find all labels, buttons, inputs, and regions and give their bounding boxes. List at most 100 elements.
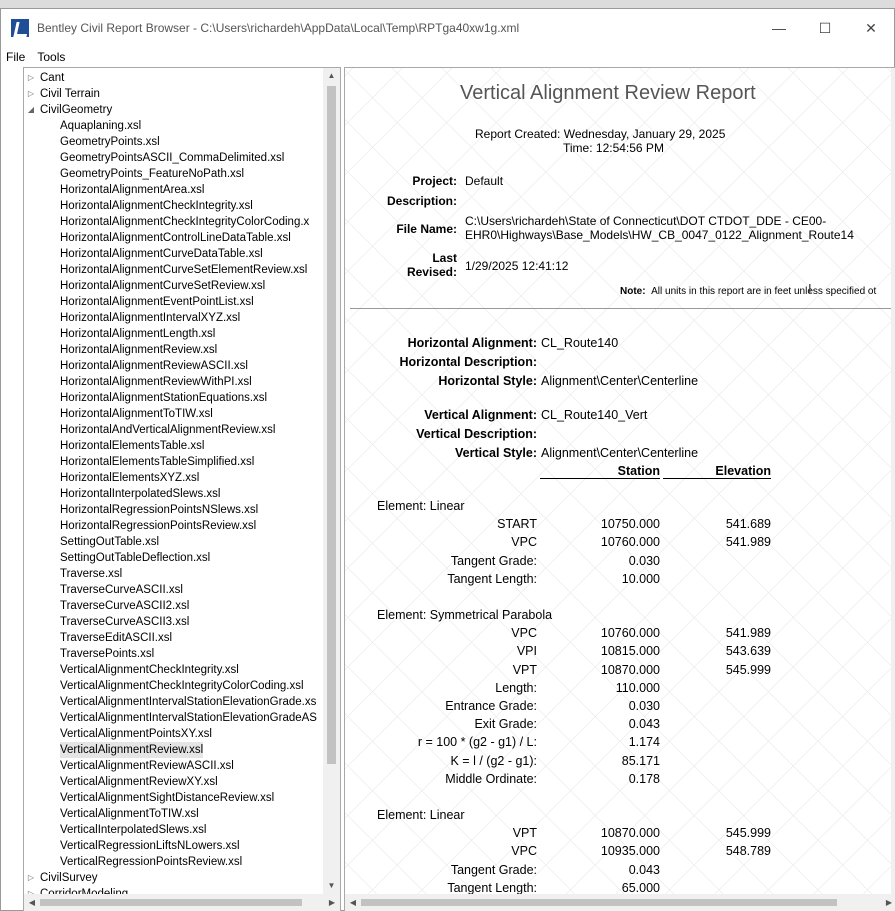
collapsed-arrow-icon[interactable]: ▷ — [26, 70, 36, 86]
tree-report-item[interactable]: HorizontalInterpolatedSlews.xsl — [24, 486, 324, 502]
scroll-left-arrow-icon[interactable]: ◀ — [24, 894, 40, 911]
tree-report-item[interactable]: TraversePoints.xsl — [24, 646, 324, 662]
expanded-arrow-icon[interactable]: ◢ — [26, 102, 36, 118]
tree-report-item[interactable]: VerticalAlignmentReviewASCII.xsl — [24, 758, 324, 774]
tree-category-node[interactable]: ◢ CivilGeometry — [24, 102, 324, 118]
tree-item-label: TraversePoints.xsl — [60, 648, 155, 660]
collapsed-arrow-icon[interactable]: ▷ — [26, 886, 36, 894]
tree-report-item[interactable]: GeometryPoints_FeatureNoPath.xsl — [24, 166, 324, 182]
tree-report-item[interactable]: HorizontalAlignmentReviewASCII.xsl — [24, 358, 324, 374]
tree-report-item[interactable]: VerticalRegressionLiftsNLowers.xsl — [24, 838, 324, 854]
tree-report-item[interactable]: TraverseCurveASCII.xsl — [24, 582, 324, 598]
tree-horizontal-scroll-thumb[interactable] — [40, 899, 302, 906]
element-row-label: VPI — [516, 644, 537, 659]
tree-report-item[interactable]: HorizontalElementsTable.xsl — [24, 438, 324, 454]
report-document: Vertical Alignment Review Report Report … — [345, 68, 893, 895]
tree-report-item[interactable]: VerticalRegressionPointsReview.xsl — [24, 854, 324, 870]
element-row-label: VPC — [511, 535, 537, 550]
tree-report-item[interactable]: HorizontalElementsXYZ.xsl — [24, 470, 324, 486]
tree-report-item[interactable]: HorizontalAlignmentCurveSetReview.xsl — [24, 278, 324, 294]
tree-category-node[interactable]: ▷ Cant — [24, 70, 324, 86]
tree-report-item[interactable]: HorizontalAlignmentStationEquations.xsl — [24, 390, 324, 406]
maximize-button[interactable]: ☐ — [802, 9, 848, 47]
tree-report-item[interactable]: GeometryPoints.xsl — [24, 134, 324, 150]
tree-report-item[interactable]: HorizontalAlignmentIntervalXYZ.xsl — [24, 310, 324, 326]
tree-report-item[interactable]: VerticalAlignmentSightDistanceReview.xsl — [24, 790, 324, 806]
scroll-up-arrow-icon[interactable]: ▲ — [323, 68, 340, 84]
menu-file[interactable]: File — [1, 50, 32, 64]
tree-report-item[interactable]: HorizontalAlignmentLength.xsl — [24, 326, 324, 342]
tree-item-label: HorizontalElementsTable.xsl — [60, 440, 205, 452]
tree-item-label: VerticalRegressionLiftsNLowers.xsl — [60, 840, 240, 852]
tree-item-label: HorizontalAlignmentCheckIntegrity.xsl — [60, 200, 253, 212]
tree-item-label: VerticalAlignmentCheckIntegrity.xsl — [60, 664, 239, 676]
file-name-value-line2: EHR0\Highways\Base_Models\HW_CB_0047_012… — [465, 228, 854, 242]
tree-item-label: HorizontalElementsXYZ.xsl — [60, 472, 200, 484]
collapsed-arrow-icon[interactable]: ▷ — [26, 86, 36, 102]
element-row-station: 10760.000 — [600, 535, 660, 550]
tree-item-label: HorizontalInterpolatedSlews.xsl — [60, 488, 221, 500]
tree-report-item[interactable]: HorizontalAlignmentCheckIntegrity.xsl — [24, 198, 324, 214]
tree-report-item[interactable]: VerticalAlignmentCheckIntegrity.xsl — [24, 662, 324, 678]
tree-report-item[interactable]: SettingOutTableDeflection.xsl — [24, 550, 324, 566]
report-browser-window: Bentley Civil Report Browser - C:\Users\… — [0, 8, 895, 911]
tree-report-item[interactable]: VerticalAlignmentIntervalStationElevatio… — [24, 694, 324, 710]
tree-report-item[interactable]: Traverse.xsl — [24, 566, 324, 582]
tree-report-item[interactable]: GeometryPointsASCII_CommaDelimited.xsl — [24, 150, 324, 166]
tree-report-item[interactable]: TraverseCurveASCII3.xsl — [24, 614, 324, 630]
tree-category-node[interactable]: ▷ CivilSurvey — [24, 870, 324, 886]
tree-category-node[interactable]: ▷ Civil Terrain — [24, 86, 324, 102]
tree-report-item[interactable]: VerticalAlignmentToTIW.xsl — [24, 806, 324, 822]
scroll-down-arrow-icon[interactable]: ▼ — [323, 878, 340, 894]
element-row-station: 65.000 — [621, 880, 660, 895]
minimize-button[interactable]: — — [756, 9, 802, 47]
report-scroll-right-arrow-icon[interactable]: ▶ — [881, 894, 895, 911]
tree-report-item[interactable]: HorizontalAlignmentArea.xsl — [24, 182, 324, 198]
tree-report-item[interactable]: HorizontalRegressionPointsReview.xsl — [24, 518, 324, 534]
tree-report-item[interactable]: HorizontalAlignmentControlLineDataTable.… — [24, 230, 324, 246]
element-row-station: 85.171 — [621, 753, 660, 768]
tree-category-node[interactable]: ▷ CorridorModeling — [24, 886, 324, 894]
project-value: Default — [465, 174, 504, 188]
collapsed-arrow-icon[interactable]: ▷ — [26, 870, 36, 886]
tree-report-item[interactable]: HorizontalAlignmentReviewWithPI.xsl — [24, 374, 324, 390]
tree-report-item[interactable]: HorizontalElementsTableSimplified.xsl — [24, 454, 324, 470]
tree-report-item[interactable]: HorizontalAlignmentCheckIntegrityColorCo… — [24, 214, 324, 230]
tree-report-item[interactable]: HorizontalAlignmentEventPointList.xsl — [24, 294, 324, 310]
tree-report-item[interactable]: HorizontalAlignmentCurveDataTable.xsl — [24, 246, 324, 262]
element-row-label: Tangent Grade: — [450, 553, 537, 568]
menu-tools[interactable]: Tools — [32, 50, 72, 64]
report-vertical-scrollbar[interactable] — [891, 68, 895, 895]
tree-report-item[interactable]: HorizontalAlignmentReview.xsl — [24, 342, 324, 358]
tree-report-item[interactable]: SettingOutTable.xsl — [24, 534, 324, 550]
tree-report-item[interactable]: VerticalInterpolatedSlews.xsl — [24, 822, 324, 838]
menu-bar: File Tools — [1, 47, 894, 67]
tree-item-label: HorizontalAlignmentCurveSetReview.xsl — [60, 280, 266, 292]
scroll-right-arrow-icon[interactable]: ▶ — [324, 894, 340, 911]
vertical-style-label: Vertical Style: — [455, 446, 537, 460]
element-row-elevation: 541.689 — [725, 517, 771, 532]
tree-report-item[interactable]: HorizontalAlignmentCurveSetElementReview… — [24, 262, 324, 278]
tree-report-item[interactable]: VerticalAlignmentPointsXY.xsl — [24, 726, 324, 742]
tree-report-item[interactable]: TraverseCurveASCII2.xsl — [24, 598, 324, 614]
tree-report-item[interactable]: TraverseEditASCII.xsl — [24, 630, 324, 646]
tree-horizontal-scrollbar[interactable]: ◀ ▶ — [24, 894, 340, 911]
tree-report-item[interactable]: HorizontalAndVerticalAlignmentReview.xsl — [24, 422, 324, 438]
tree-item-label: GeometryPoints_FeatureNoPath.xsl — [60, 168, 245, 180]
element-row-elevation: 541.989 — [725, 626, 771, 641]
report-horizontal-scroll-thumb[interactable] — [361, 899, 837, 906]
element-row-elevation: 545.999 — [725, 826, 771, 841]
tree-report-item[interactable]: VerticalAlignmentIntervalStationElevatio… — [24, 710, 324, 726]
tree-report-item[interactable]: Aquaplaning.xsl — [24, 118, 324, 134]
element-row-station: 0.030 — [628, 553, 660, 568]
tree-report-item[interactable]: VerticalAlignmentReviewXY.xsl — [24, 774, 324, 790]
tree-vertical-scrollbar[interactable]: ▲ ▼ — [323, 68, 340, 894]
tree-report-item[interactable]: HorizontalAlignmentToTIW.xsl — [24, 406, 324, 422]
close-button[interactable]: ✕ — [848, 9, 894, 47]
report-scroll-left-arrow-icon[interactable]: ◀ — [345, 894, 361, 911]
tree-report-item[interactable]: VerticalAlignmentCheckIntegrityColorCodi… — [24, 678, 324, 694]
report-horizontal-scrollbar[interactable]: ◀ ▶ — [345, 894, 895, 911]
tree-vertical-scroll-thumb[interactable] — [327, 86, 336, 764]
tree-report-item[interactable]: VerticalAlignmentReview.xsl — [24, 742, 324, 758]
tree-report-item[interactable]: HorizontalRegressionPointsNSlews.xsl — [24, 502, 324, 518]
